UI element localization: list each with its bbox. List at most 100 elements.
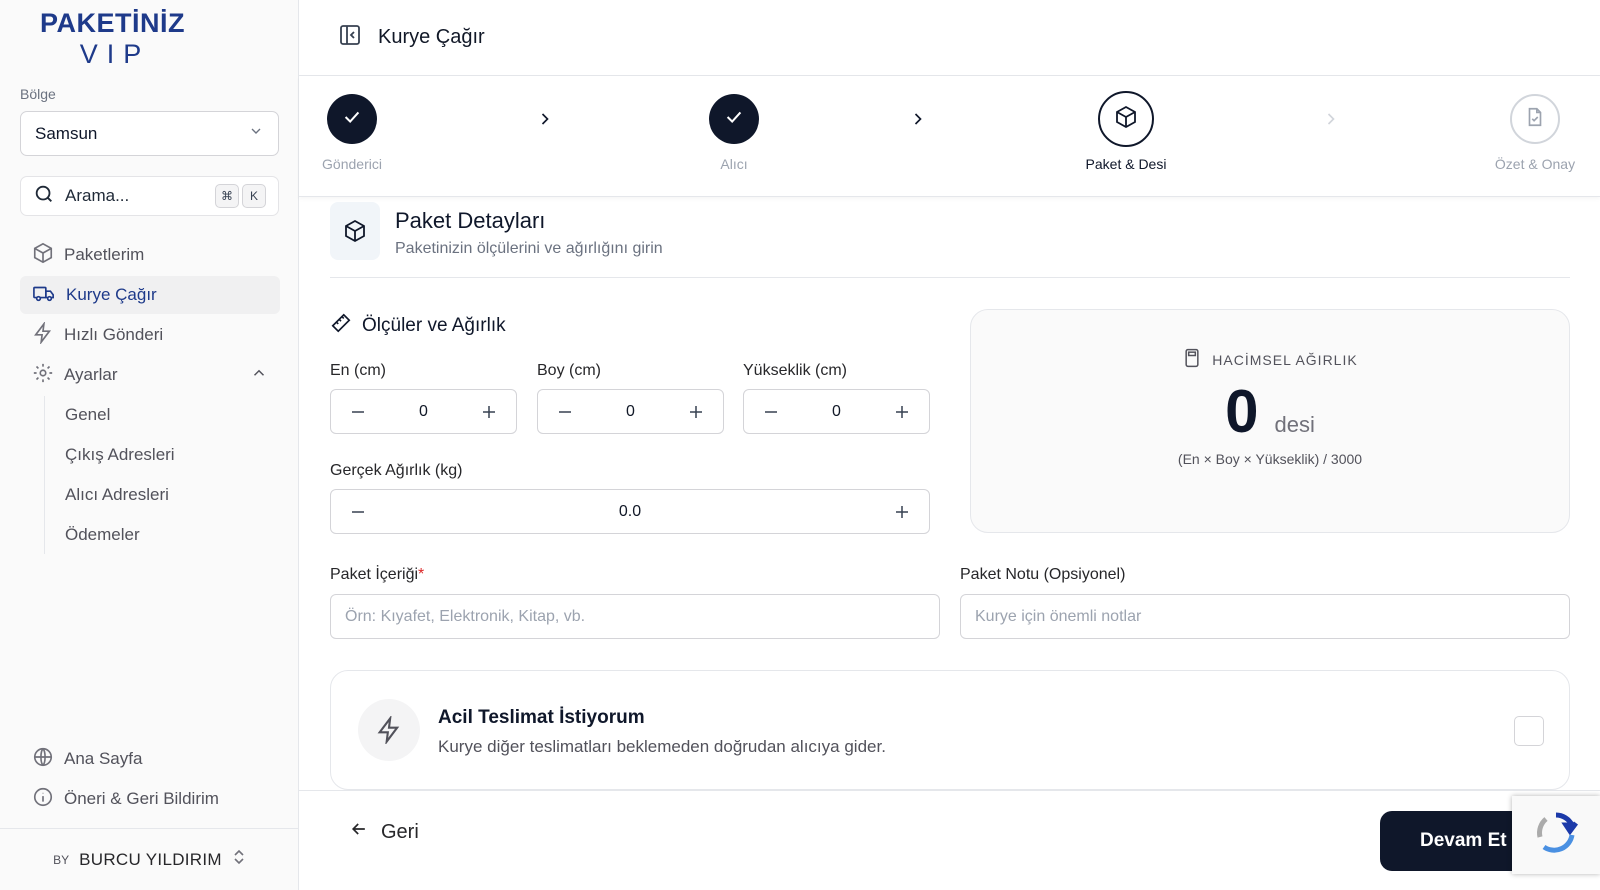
back-label: Geri	[381, 820, 419, 843]
kbd-k: K	[242, 184, 266, 208]
dimensions-heading: Ölçüler ve Ağırlık	[330, 312, 506, 340]
step-done-circle	[327, 94, 377, 144]
search-shortcut: ⌘ K	[215, 184, 266, 208]
sidebar-item-label: Kurye Çağır	[66, 285, 157, 304]
minus-icon[interactable]	[760, 401, 782, 423]
sidebar-item-home[interactable]: Ana Sayfa	[20, 740, 280, 778]
step-recipient[interactable]: Alıcı	[664, 94, 804, 172]
package-icon	[330, 202, 380, 260]
back-button[interactable]: Geri	[349, 819, 419, 845]
weight-value[interactable]: 0.0	[619, 503, 641, 521]
volumetric-weight-card: HACİMSEL AĞIRLIK 0 desi (En × Boy × Yüks…	[970, 309, 1570, 533]
width-stepper[interactable]: 0	[330, 389, 517, 434]
step-pending-circle	[1510, 94, 1560, 144]
recaptcha-icon	[1532, 809, 1580, 862]
sidebar-bottom-nav: Ana Sayfa Öneri & Geri Bildirim	[20, 740, 280, 820]
dimensions-title: Ölçüler ve Ağırlık	[362, 315, 506, 336]
height-value[interactable]: 0	[832, 403, 841, 421]
check-icon	[341, 106, 363, 133]
page-title: Kurye Çağır	[378, 26, 485, 48]
package-content-placeholder: Örn: Kıyafet, Elektronik, Kitap, vb.	[345, 607, 586, 625]
calculator-icon	[1182, 348, 1202, 371]
region-label: Bölge	[20, 86, 56, 102]
content-label-text: Paket İçeriği	[330, 566, 419, 583]
sidebar: PAKETİNİZ VIP Bölge Samsun Arama... ⌘ K …	[0, 0, 299, 890]
length-value[interactable]: 0	[626, 403, 635, 421]
volumetric-value: 0	[1225, 378, 1259, 445]
brand-sub: VIP	[79, 39, 151, 69]
user-menu[interactable]: BY BURCU YILDIRIM	[0, 828, 299, 890]
sidebar-item-quick-send[interactable]: Hızlı Gönderi	[20, 316, 280, 354]
sidebar-item-feedback[interactable]: Öneri & Geri Bildirim	[20, 780, 280, 818]
step-label: Gönderici	[322, 156, 382, 172]
plus-icon[interactable]	[478, 401, 500, 423]
content-label: Paket İçeriği*	[330, 566, 424, 584]
info-icon	[32, 786, 54, 813]
length-stepper[interactable]: 0	[537, 389, 724, 434]
sidebar-subitem-general[interactable]: Genel	[65, 396, 280, 434]
step-label: Alıcı	[720, 156, 748, 172]
sidebar-nav: Paketlerim Kurye Çağır Hızlı Gönderi Aya…	[20, 236, 280, 556]
width-value[interactable]: 0	[419, 403, 428, 421]
package-content-input[interactable]: Örn: Kıyafet, Elektronik, Kitap, vb.	[330, 594, 940, 639]
ruler-icon	[330, 312, 352, 340]
sidebar-item-settings[interactable]: Ayarlar	[20, 356, 280, 394]
width-label: En (cm)	[330, 362, 386, 379]
section-title: Paket Detayları	[395, 208, 546, 233]
urgent-title: Acil Teslimat İstiyorum	[438, 707, 645, 728]
sidebar-subitem-recipient-addresses[interactable]: Alıcı Adresleri	[65, 476, 280, 514]
weight-stepper[interactable]: 0.0	[330, 489, 930, 534]
weight-label: Gerçek Ağırlık (kg)	[330, 462, 463, 479]
height-label: Yükseklik (cm)	[743, 362, 848, 379]
step-summary[interactable]: Özet & Onay	[1465, 94, 1600, 172]
volumetric-title: HACİMSEL AĞIRLIK	[1212, 351, 1358, 368]
step-sender[interactable]: Gönderici	[282, 94, 422, 172]
check-icon	[723, 106, 745, 133]
section-header: Paket Detayları Paketinizin ölçülerini v…	[330, 202, 1570, 278]
step-label: Paket & Desi	[1085, 156, 1167, 172]
file-check-icon	[1524, 106, 1546, 133]
plus-icon[interactable]	[891, 401, 913, 423]
user-name: BURCU YILDIRIM	[79, 849, 222, 869]
brand-logo[interactable]: PAKETİNİZ VIP	[40, 8, 185, 70]
step-label: Özet & Onay	[1494, 156, 1576, 172]
truck-icon	[32, 282, 56, 309]
volumetric-header: HACİMSEL AĞIRLIK	[971, 348, 1569, 371]
note-label: Paket Notu (Opsiyonel)	[960, 566, 1126, 583]
globe-icon	[32, 746, 54, 773]
urgent-delivery-option[interactable]: Acil Teslimat İstiyorum Kurye diğer tesl…	[330, 670, 1570, 790]
continue-label: Devam Et	[1420, 830, 1507, 851]
user-initials: BY	[53, 852, 70, 867]
step-current-circle	[1098, 91, 1154, 147]
form-footer: Geri Devam Et	[299, 790, 1600, 890]
sidebar-toggle-icon[interactable]	[338, 23, 362, 52]
step-done-circle	[709, 94, 759, 144]
minus-icon[interactable]	[347, 501, 369, 523]
height-stepper[interactable]: 0	[743, 389, 930, 434]
region-select[interactable]: Samsun	[20, 111, 279, 156]
sidebar-item-label: Öneri & Geri Bildirim	[64, 789, 219, 808]
search-box[interactable]: Arama... ⌘ K	[20, 176, 279, 216]
required-mark: *	[418, 566, 425, 583]
sidebar-subitem-pickup-addresses[interactable]: Çıkış Adresleri	[65, 436, 280, 474]
sidebar-item-label: Ayarlar	[64, 365, 118, 384]
minus-icon[interactable]	[554, 401, 576, 423]
gear-icon	[32, 362, 54, 389]
zap-icon	[358, 699, 420, 761]
sidebar-item-call-courier[interactable]: Kurye Çağır	[20, 276, 280, 314]
sidebar-item-packages[interactable]: Paketlerim	[20, 236, 280, 274]
volumetric-result: 0 desi	[971, 377, 1569, 447]
package-note-input[interactable]: Kurye için önemli notlar	[960, 594, 1570, 639]
plus-icon[interactable]	[685, 401, 707, 423]
step-package[interactable]: Paket & Desi	[1056, 91, 1196, 172]
plus-icon[interactable]	[891, 501, 913, 523]
urgent-checkbox[interactable]	[1514, 716, 1544, 746]
chevron-down-icon	[248, 123, 264, 144]
recaptcha-badge[interactable]	[1512, 796, 1600, 874]
top-bar: Kurye Çağır	[299, 0, 1600, 76]
zap-icon	[32, 320, 54, 349]
sidebar-subitem-payments[interactable]: Ödemeler	[65, 516, 280, 554]
minus-icon[interactable]	[347, 401, 369, 423]
package-icon	[32, 242, 54, 269]
chevron-up-icon	[250, 364, 268, 387]
